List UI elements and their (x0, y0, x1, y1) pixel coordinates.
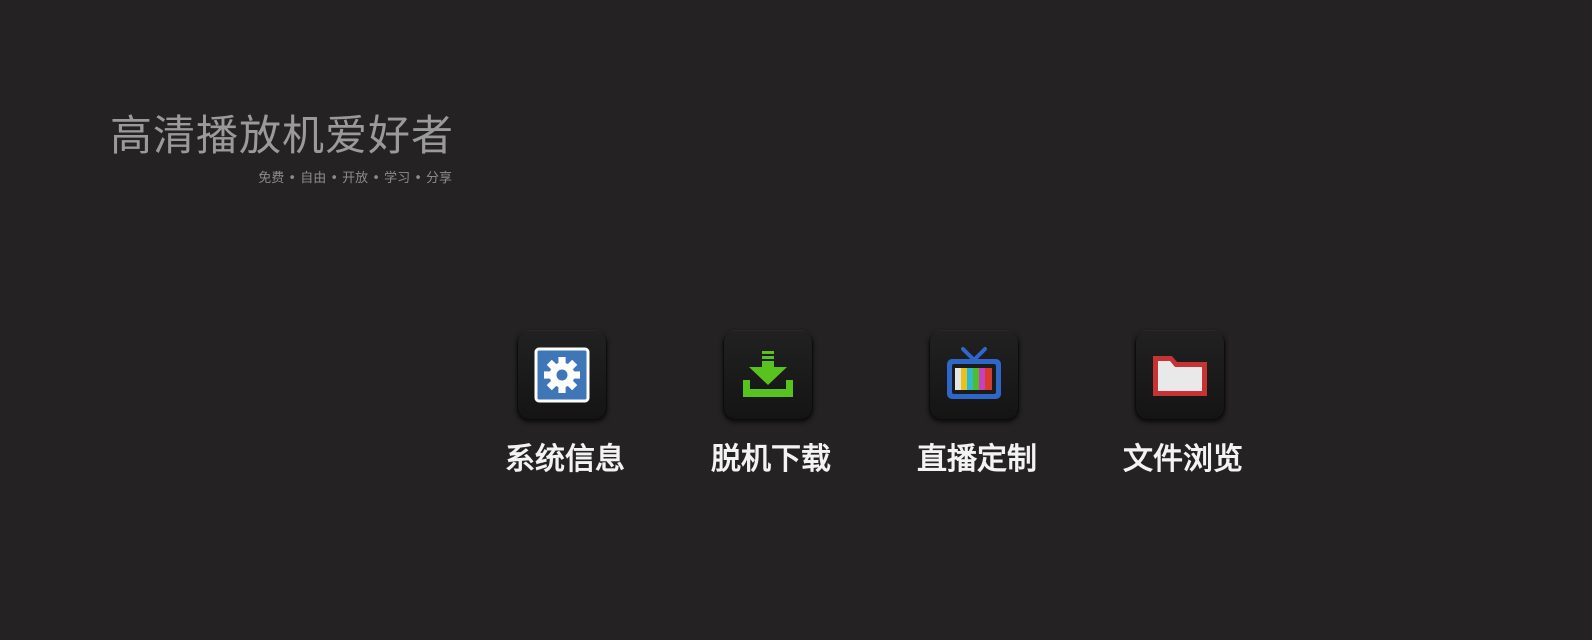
app-system-info[interactable]: 系统信息 (505, 330, 625, 485)
app-file-browser[interactable]: 文件浏览 (1123, 330, 1243, 485)
app-offline-download[interactable]: 脱机下载 (711, 330, 831, 485)
live-custom-label: 直播定制 (917, 442, 1037, 477)
app-live-custom[interactable]: 直播定制 (917, 330, 1037, 485)
file-browser-label: 文件浏览 (1123, 442, 1243, 477)
system-info-tile[interactable] (517, 330, 607, 420)
brand-header: 高清播放机爱好者 免费 • 自由 • 开放 • 学习 • 分享 (110, 110, 455, 188)
offline-download-label: 脱机下载 (711, 442, 831, 477)
site-title: 高清播放机爱好者 (110, 111, 455, 160)
system-info-label: 系统信息 (505, 442, 625, 477)
app-grid: 系统信息 脱机下载 直播定制 文件浏览 (505, 330, 1265, 490)
folder-icon (1153, 356, 1207, 396)
offline-download-tile[interactable] (723, 330, 813, 420)
gear-icon (534, 347, 590, 403)
site-tagline: 免费 • 自由 • 开放 • 学习 • 分享 (258, 171, 452, 186)
file-browser-tile[interactable] (1135, 330, 1225, 420)
tv-icon (947, 347, 1001, 399)
download-icon (743, 351, 793, 397)
live-custom-tile[interactable] (929, 330, 1019, 420)
